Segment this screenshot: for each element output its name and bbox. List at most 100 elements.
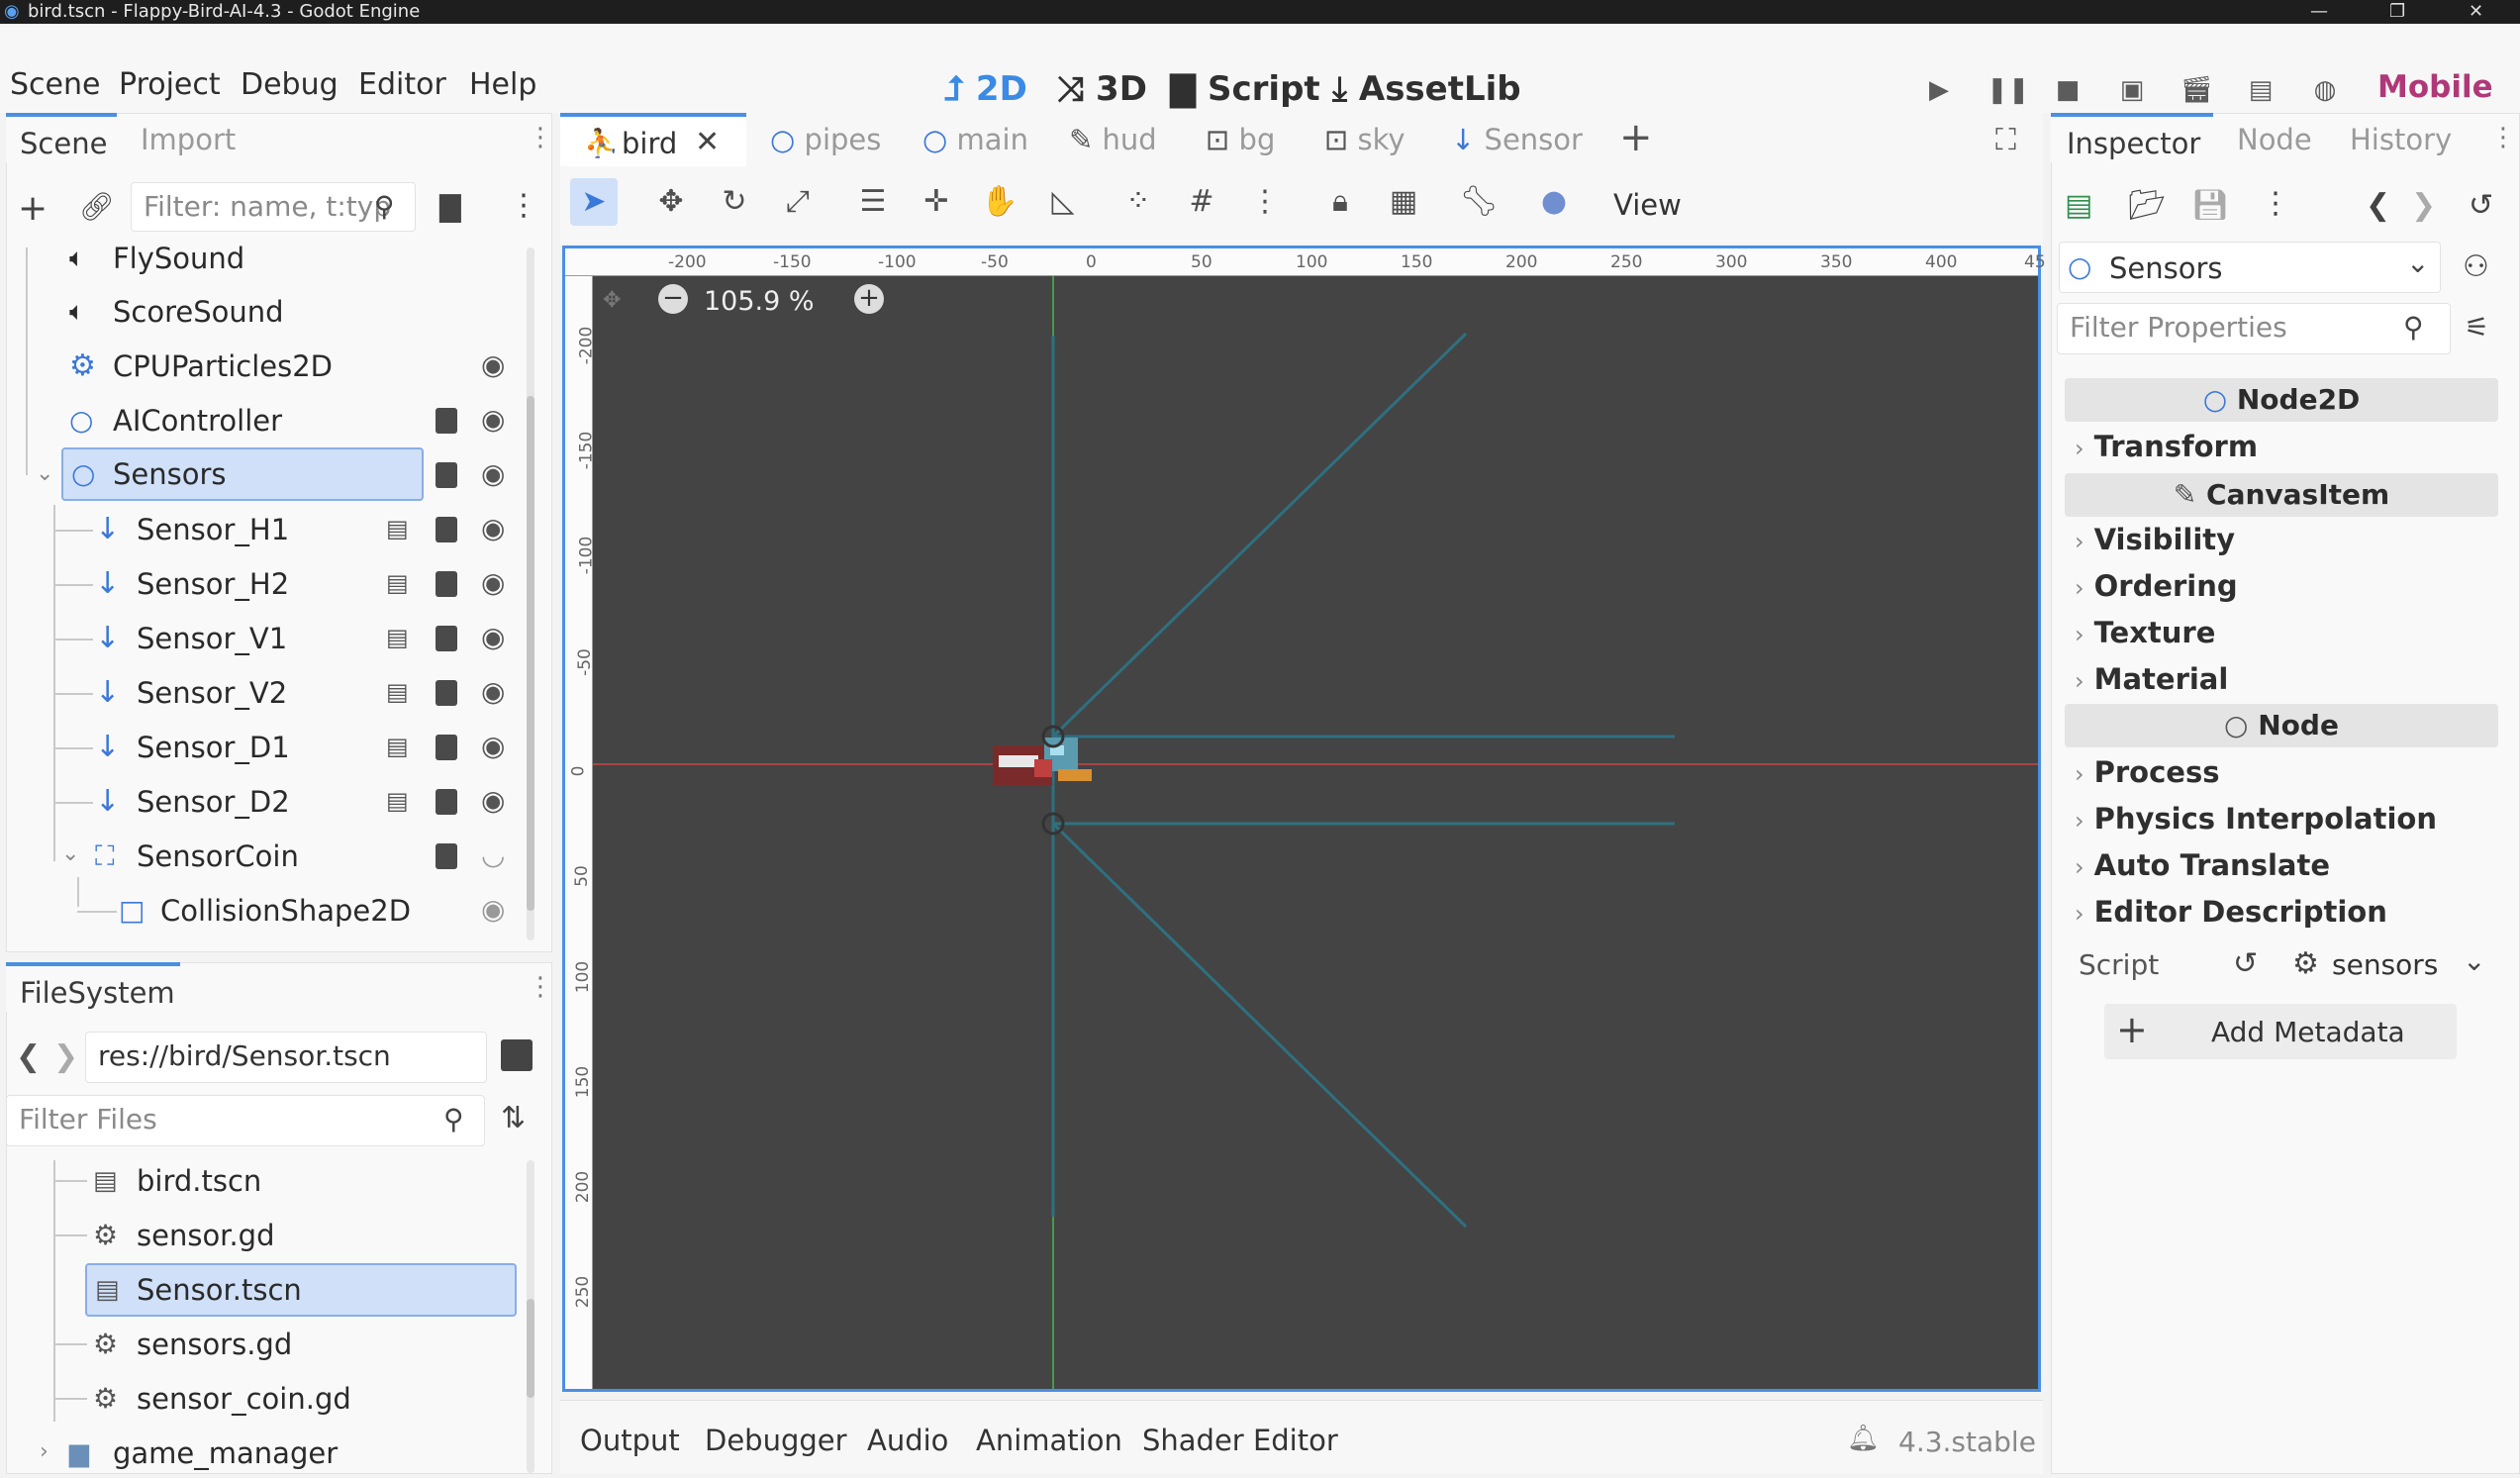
close-tab-icon[interactable]: ✕	[695, 125, 720, 159]
history-forward-icon[interactable]: ❯	[2411, 188, 2436, 223]
camera-override-icon[interactable]: ●	[1530, 178, 1578, 226]
scene-tab-hud[interactable]: ✎ hud	[1069, 123, 1157, 156]
select-mode-icon[interactable]: ➤	[570, 178, 618, 226]
workspace-2d-button[interactable]: ⮥ 2D	[944, 69, 1027, 109]
expand-chevron-icon[interactable]: ›	[40, 1439, 48, 1464]
filesystem-path-input[interactable]: res://bird/Sensor.tscn	[85, 1032, 487, 1083]
play-scene-icon[interactable]: 🎬︎	[2180, 73, 2213, 107]
scene-tab-sensor[interactable]: ↓ Sensor	[1451, 123, 1583, 156]
animation-tab[interactable]: Animation	[976, 1424, 1122, 1457]
tree-item-scoresound[interactable]: 🔈︎ ScoreSound	[69, 287, 495, 337]
tree-item-sensor-d1[interactable]: ↓ Sensor_D1	[95, 723, 372, 772]
menu-scene[interactable]: Scene	[10, 67, 100, 102]
script-attached-icon[interactable]	[436, 789, 457, 815]
distraction-free-icon[interactable]: ⛶	[1995, 123, 2016, 157]
add-scene-tab-icon[interactable]: +	[1619, 115, 1653, 160]
menu-editor[interactable]: Editor	[358, 67, 446, 102]
history-back-icon[interactable]: ❮	[2366, 188, 2390, 223]
pivot-mode-icon[interactable]: ✛	[913, 178, 960, 226]
back-arrow-icon[interactable]: ❮	[16, 1039, 41, 1074]
tree-item-sensorcoin[interactable]: ⛶ SensorCoin	[95, 832, 432, 881]
script-attached-icon[interactable]	[436, 571, 457, 597]
inspector-group-ordering[interactable]: › Ordering	[2075, 569, 2238, 603]
instance-scene-icon[interactable]: ▤	[386, 678, 409, 706]
workspace-3d-button[interactable]: ⤨ 3D	[1057, 69, 1147, 109]
smart-snap-icon[interactable]: ⁘	[1115, 178, 1162, 226]
minimize-icon[interactable]: —	[2310, 0, 2328, 24]
audio-tab[interactable]: Audio	[867, 1424, 948, 1457]
scene-filter-input[interactable]: Filter: name, t:typ	[131, 182, 416, 232]
tree-item-sensor-h1[interactable]: ↓ Sensor_H1	[95, 505, 372, 554]
inspector-group-editor-description[interactable]: › Editor Description	[2075, 895, 2387, 929]
attach-script-icon[interactable]: ▇	[439, 190, 461, 223]
lock-icon[interactable]: 🔒︎	[1316, 178, 1364, 226]
visibility-eye-icon[interactable]: ◉	[481, 457, 505, 490]
visibility-eye-icon[interactable]: ◉	[481, 566, 505, 599]
visibility-eye-icon[interactable]: ◉	[481, 348, 505, 381]
scene-tab-sky[interactable]: ⊡ sky	[1324, 123, 1405, 156]
scene-tab-bg[interactable]: ⊡ bg	[1206, 123, 1275, 156]
canvas-viewport[interactable]: -200 -150 -100 -50 0 50 100 150 200 250 …	[562, 246, 2046, 1392]
visibility-eye-icon[interactable]: ◉	[481, 512, 505, 544]
bone-icon[interactable]: 🦴︎	[1455, 178, 1502, 226]
open-folder-icon[interactable]: 📂︎	[2128, 188, 2166, 223]
view-menu-button[interactable]: View	[1613, 188, 1682, 222]
visibility-collapsed-icon[interactable]: ◡	[481, 838, 505, 871]
scrollbar-thumb[interactable]	[527, 396, 534, 911]
restore-icon[interactable]: ❐	[2389, 0, 2405, 24]
grid-snap-icon[interactable]: #	[1178, 178, 1225, 226]
revert-icon[interactable]: ↺	[2233, 946, 2258, 981]
zoom-out-button[interactable]: −	[658, 284, 688, 314]
inspector-group-material[interactable]: › Material	[2075, 662, 2228, 696]
inspector-group-texture[interactable]: › Texture	[2075, 616, 2215, 649]
visibility-eye-icon[interactable]: ◉	[481, 621, 505, 653]
inspector-group-physics-interpolation[interactable]: › Physics Interpolation	[2075, 802, 2437, 836]
collapse-chevron-icon[interactable]: ⌄	[36, 461, 53, 486]
dock-menu-icon[interactable]: ⋮	[2490, 123, 2516, 152]
close-window-icon[interactable]: ✕	[2469, 0, 2483, 24]
list-select-icon[interactable]: ☰	[849, 178, 897, 226]
file-item-bird-tscn[interactable]: ▤ bird.tscn	[93, 1156, 509, 1206]
inspector-group-process[interactable]: › Process	[2075, 755, 2219, 789]
tree-item-aicontroller[interactable]: ○ AIController	[69, 396, 426, 445]
instance-scene-icon[interactable]: ▤	[386, 787, 409, 815]
visibility-eye-icon[interactable]: ◉	[481, 730, 505, 762]
filesystem-tab[interactable]: FileSystem	[6, 962, 180, 1012]
scene-tab[interactable]: Scene	[6, 113, 117, 162]
script-attached-icon[interactable]	[436, 680, 457, 706]
scene-tree-scrollbar[interactable]	[527, 247, 534, 940]
sort-icon[interactable]: ⇅	[501, 1101, 526, 1135]
object-history-icon[interactable]: ↺	[2469, 188, 2493, 223]
script-attached-icon[interactable]	[436, 408, 457, 434]
zoom-level[interactable]: 105.9 %	[704, 286, 815, 317]
scene-options-icon[interactable]: ⋮	[509, 188, 538, 223]
new-resource-icon[interactable]: ▤	[2065, 188, 2092, 223]
pan-mode-icon[interactable]: ✋	[976, 178, 1023, 226]
script-attached-icon[interactable]	[436, 462, 457, 488]
file-item-sensor-tscn[interactable]: ▤ Sensor.tscn	[85, 1263, 517, 1317]
play-custom-scene-icon[interactable]: ▤	[2244, 73, 2278, 107]
filesystem-scrollbar[interactable]	[527, 1160, 534, 1473]
import-tab[interactable]: Import	[141, 123, 236, 156]
filesystem-filter-input[interactable]: Filter Files	[6, 1095, 485, 1146]
instance-scene-icon[interactable]: ▤	[386, 569, 409, 597]
debugger-tab[interactable]: Debugger	[705, 1424, 847, 1457]
node-docs-icon[interactable]: ⚇	[2463, 249, 2489, 284]
collapse-chevron-icon[interactable]: ⌄	[61, 841, 79, 866]
script-attached-icon[interactable]	[436, 843, 457, 869]
split-mode-icon[interactable]	[501, 1039, 533, 1071]
inspector-group-visibility[interactable]: › Visibility	[2075, 523, 2235, 556]
menu-debug[interactable]: Debug	[241, 67, 339, 102]
notification-bell-icon[interactable]: 🔔︎	[1847, 1424, 1880, 1453]
inspector-group-transform[interactable]: › Transform	[2075, 430, 2258, 463]
pause-icon[interactable]: ❚❚	[1987, 73, 2030, 107]
script-attached-icon[interactable]	[436, 626, 457, 651]
history-tab[interactable]: History	[2350, 123, 2452, 156]
snap-options-icon[interactable]: ⋮	[1241, 178, 1289, 226]
file-item-sensors-gd[interactable]: ⚙ sensors.gd	[93, 1320, 509, 1369]
tree-item-collisionshape2d[interactable]: □ CollisionShape2D	[119, 886, 455, 936]
shader-editor-tab[interactable]: Shader Editor	[1142, 1424, 1338, 1457]
visibility-eye-icon[interactable]: ◉	[481, 893, 505, 926]
script-attached-icon[interactable]	[436, 517, 457, 542]
tree-item-sensor-v2[interactable]: ↓ Sensor_V2	[95, 668, 372, 718]
